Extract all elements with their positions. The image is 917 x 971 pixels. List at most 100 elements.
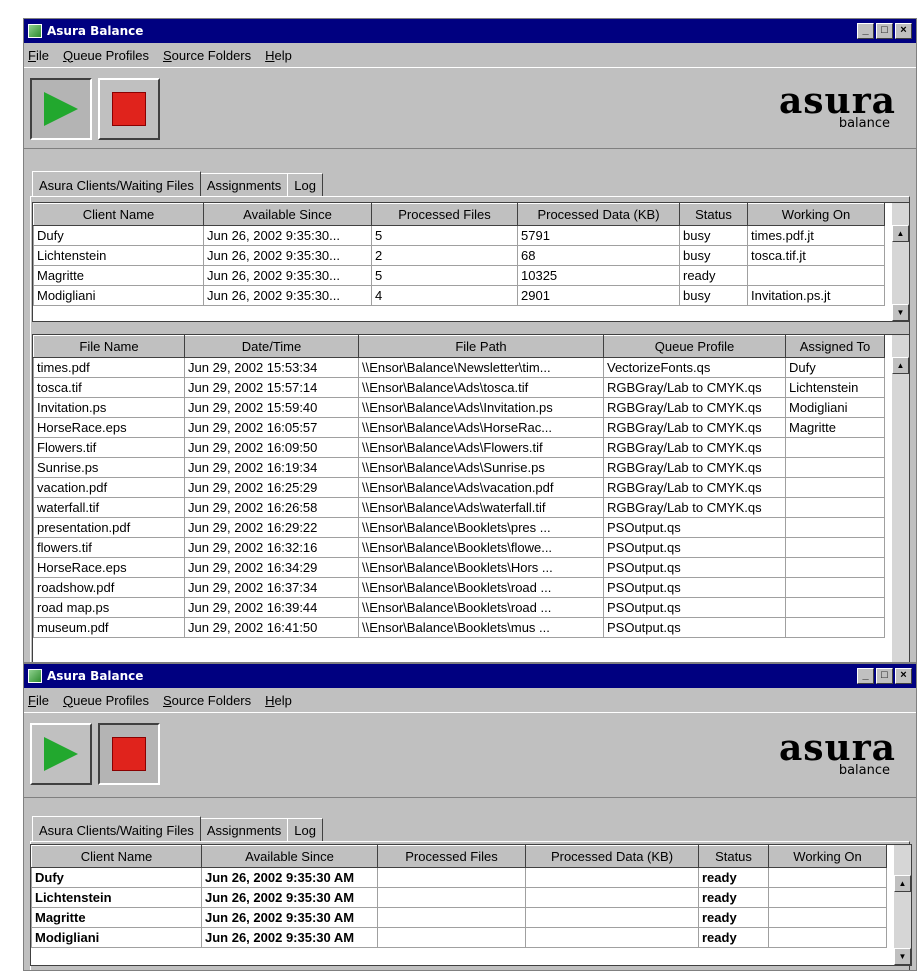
file-row[interactable]: HorseRace.eps Jun 29, 2002 16:05:57 \\Enso… (33, 417, 885, 438)
col-file-name[interactable]: File Name (33, 335, 185, 358)
title-bar[interactable]: Asura Balance _ □ × (24, 19, 916, 43)
stop-button[interactable] (98, 78, 160, 140)
minimize-icon[interactable]: _ (857, 23, 874, 39)
file-row[interactable]: roadshow.pdf Jun 29, 2002 16:37:34 \\Ensor… (33, 577, 885, 598)
start-button[interactable] (30, 78, 92, 140)
file-row[interactable]: Invitation.ps Jun 29, 2002 15:59:40 \\Enso… (33, 397, 885, 418)
client-row[interactable]: Lichtenstein Jun 26, 2002 9:35:30 AM ready (31, 887, 887, 908)
tab-clients-waiting-files[interactable]: Asura Clients/Waiting Files (32, 816, 201, 841)
scroll-down-icon[interactable]: ▼ (894, 948, 911, 965)
table-cell (785, 457, 885, 478)
stop-icon (112, 92, 146, 126)
col-available-since[interactable]: Available Since (203, 203, 372, 226)
maximize-icon[interactable]: □ (876, 668, 893, 684)
table-cell: roadshow.pdf (33, 577, 185, 598)
tab-log[interactable]: Log (287, 173, 323, 196)
file-row[interactable]: road map.ps Jun 29, 2002 16:39:44 \\Ensor\… (33, 597, 885, 618)
tab-assignments[interactable]: Assignments (199, 818, 289, 841)
table-cell: 4 (371, 285, 518, 306)
tab-assignments[interactable]: Assignments (199, 173, 289, 196)
client-row[interactable]: Magritte Jun 26, 2002 9:35:30... 5 10325 rea… (33, 265, 885, 286)
file-row[interactable]: flowers.tif Jun 29, 2002 16:32:16 \\Ensor\… (33, 537, 885, 558)
table-cell: busy (679, 225, 748, 246)
menu-source-folders[interactable]: Source Folders (163, 48, 251, 63)
table-cell: vacation.pdf (33, 477, 185, 498)
file-row[interactable]: presentation.pdf Jun 29, 2002 16:29:22 \\E… (33, 517, 885, 538)
table-cell: Jun 26, 2002 9:35:30 AM (201, 887, 378, 908)
asura-logo: asura balance (756, 727, 896, 783)
col-assigned-to[interactable]: Assigned To (785, 335, 885, 358)
table-cell: \\Ensor\Balance\Ads\vacation.pdf (358, 477, 604, 498)
menu-queue-profiles[interactable]: Queue Profiles (63, 693, 149, 708)
menu-file[interactable]: File (28, 48, 49, 63)
col-processed-data[interactable]: Processed Data (KB) (517, 203, 680, 226)
scroll-down-icon[interactable]: ▼ (892, 304, 909, 321)
col-available-since[interactable]: Available Since (201, 845, 378, 868)
files-scrollbar[interactable]: ▲ (892, 335, 909, 662)
col-processed-files[interactable]: Processed Files (377, 845, 526, 868)
close-icon[interactable]: × (895, 668, 912, 684)
col-processed-files[interactable]: Processed Files (371, 203, 518, 226)
menu-help[interactable]: Help (265, 693, 292, 708)
col-client-name[interactable]: Client Name (33, 203, 204, 226)
clients-scrollbar[interactable]: ▲ ▼ (892, 203, 909, 321)
col-queue-profile[interactable]: Queue Profile (603, 335, 786, 358)
table-cell: Sunrise.ps (33, 457, 185, 478)
file-row[interactable]: Sunrise.ps Jun 29, 2002 16:19:34 \\Ensor\B… (33, 457, 885, 478)
table-cell: Dufy (31, 867, 202, 888)
file-row[interactable]: times.pdf Jun 29, 2002 15:53:34 \\Ensor\Ba… (33, 357, 885, 378)
file-row[interactable]: HorseRace.eps Jun 29, 2002 16:34:29 \\Enso… (33, 557, 885, 578)
table-cell: Lichtenstein (31, 887, 202, 908)
table-cell: 2 (371, 245, 518, 266)
col-file-path[interactable]: File Path (358, 335, 604, 358)
tab-clients-waiting-files[interactable]: Asura Clients/Waiting Files (32, 171, 201, 196)
table-cell (377, 867, 526, 888)
table-cell: PSOutput.qs (603, 617, 786, 638)
app-window-main: Asura Balance _ □ × File Queue Profiles … (23, 18, 917, 663)
title-bar[interactable]: Asura Balance _ □ × (24, 664, 916, 688)
table-cell: PSOutput.qs (603, 557, 786, 578)
scroll-up-icon[interactable]: ▲ (894, 875, 911, 892)
col-working-on[interactable]: Working On (768, 845, 887, 868)
window-title: Asura Balance (47, 669, 144, 683)
stop-button[interactable] (98, 723, 160, 785)
col-status[interactable]: Status (679, 203, 748, 226)
client-row[interactable]: Magritte Jun 26, 2002 9:35:30 AM ready (31, 907, 887, 928)
client-row[interactable]: Dufy Jun 26, 2002 9:35:30... 5 5791 busy time… (33, 225, 885, 246)
table-cell: presentation.pdf (33, 517, 185, 538)
table-cell: road map.ps (33, 597, 185, 618)
table-cell (768, 887, 887, 908)
table-cell: times.pdf.jt (747, 225, 885, 246)
client-row[interactable]: Lichtenstein Jun 26, 2002 9:35:30... 2 68 bu… (33, 245, 885, 266)
menu-file[interactable]: File (28, 693, 49, 708)
col-date-time[interactable]: Date/Time (184, 335, 359, 358)
close-icon[interactable]: × (895, 23, 912, 39)
col-processed-data[interactable]: Processed Data (KB) (525, 845, 699, 868)
menu-help[interactable]: Help (265, 48, 292, 63)
col-working-on[interactable]: Working On (747, 203, 885, 226)
file-row[interactable]: museum.pdf Jun 29, 2002 16:41:50 \\Ensor\B… (33, 617, 885, 638)
table-cell (785, 537, 885, 558)
table-cell: Jun 29, 2002 16:19:34 (184, 457, 359, 478)
table-cell: tosca.tif.jt (747, 245, 885, 266)
maximize-icon[interactable]: □ (876, 23, 893, 39)
scroll-up-icon[interactable]: ▲ (892, 225, 909, 242)
client-row[interactable]: Dufy Jun 26, 2002 9:35:30 AM ready (31, 867, 887, 888)
file-row[interactable]: waterfall.tif Jun 29, 2002 16:26:58 \\Enso… (33, 497, 885, 518)
file-row[interactable]: vacation.pdf Jun 29, 2002 16:25:29 \\Ensor… (33, 477, 885, 498)
table-cell (785, 577, 885, 598)
clients-scrollbar[interactable]: ▲ ▼ (894, 845, 911, 965)
start-button[interactable] (30, 723, 92, 785)
col-client-name[interactable]: Client Name (31, 845, 202, 868)
file-row[interactable]: tosca.tif Jun 29, 2002 15:57:14 \\Ensor\Ba… (33, 377, 885, 398)
client-row[interactable]: Modigliani Jun 26, 2002 9:35:30 AM ready (31, 927, 887, 948)
file-row[interactable]: Flowers.tif Jun 29, 2002 16:09:50 \\Ensor\… (33, 437, 885, 458)
client-row[interactable]: Modigliani Jun 26, 2002 9:35:30... 4 2901 bu… (33, 285, 885, 306)
menu-queue-profiles[interactable]: Queue Profiles (63, 48, 149, 63)
col-status[interactable]: Status (698, 845, 769, 868)
tab-log[interactable]: Log (287, 818, 323, 841)
scroll-up-icon[interactable]: ▲ (892, 357, 909, 374)
minimize-icon[interactable]: _ (857, 668, 874, 684)
menu-source-folders[interactable]: Source Folders (163, 693, 251, 708)
table-cell: Modigliani (33, 285, 204, 306)
